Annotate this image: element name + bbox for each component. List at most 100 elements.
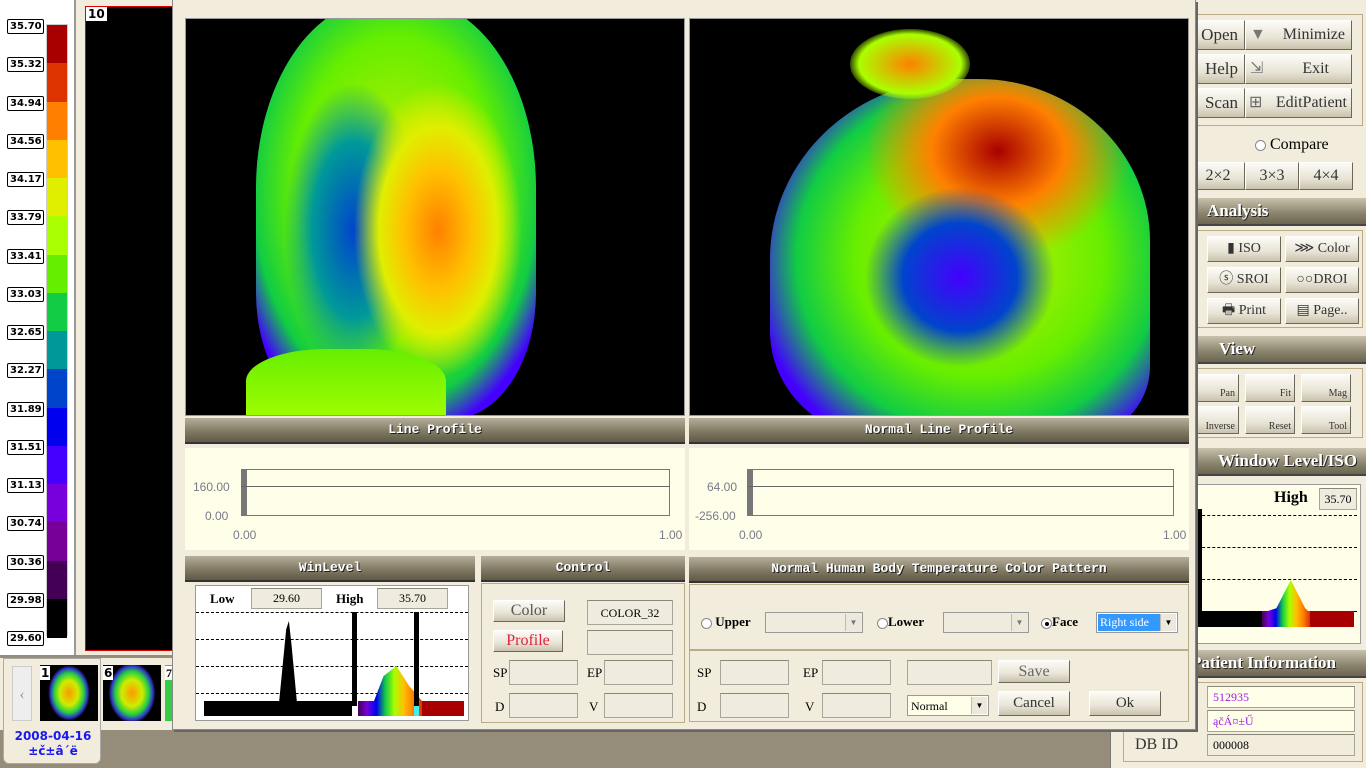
upper-radio[interactable]: Upper [701,614,751,630]
tool-button[interactable]: Tool [1301,406,1351,434]
inverse-button[interactable]: Inverse [1191,406,1239,434]
thermal-image-left[interactable] [185,18,685,416]
sp-label: SP [493,665,508,680]
print-button[interactable]: 🖶 Print [1207,298,1281,324]
window-histogram[interactable]: High 35.70 [1191,484,1361,644]
low-slider-handle[interactable] [352,612,357,716]
ep-label: EP [587,665,603,680]
pan-button[interactable]: Pan [1191,374,1239,402]
page-button[interactable]: ▤ Page.. [1285,298,1359,324]
high-label: High [1274,489,1308,506]
pattern-v-field[interactable] [822,693,891,718]
layout-3x3-button[interactable]: 3×3 [1245,162,1299,190]
thumbnail-7[interactable]: 7 [165,665,172,721]
cancel-button[interactable]: Cancel [998,691,1070,716]
image-canvas[interactable]: 10 [85,6,175,651]
save-button[interactable]: Save [998,660,1070,683]
color-label: Color [1317,241,1350,256]
pattern-sp-field[interactable] [720,660,789,685]
high-slider-handle[interactable] [414,612,419,716]
color-band [47,484,67,523]
x-tick: 0.00 [739,528,763,542]
high-value-field[interactable]: 35.70 [1319,488,1357,510]
scale-label: 32.65 [7,325,44,340]
sroi-button[interactable]: ⓢ SROI [1207,267,1281,293]
high-value-field[interactable]: 35.70 [377,588,448,609]
color-band [47,178,67,217]
control-header: Control [481,556,685,582]
patient-id-field[interactable]: 512935 [1207,686,1355,708]
lower-select[interactable]: ▼ [943,612,1029,633]
droi-button[interactable]: ○○DROI [1285,267,1359,293]
lower-radio[interactable]: Lower [877,614,924,630]
color-band [47,598,67,638]
thumbnail-6[interactable]: 6 [103,665,161,721]
thumbnail-date: 2008-04-16 [14,729,92,743]
x-tick: 1.00 [1163,528,1187,542]
arrow-down-icon: ▼ [1250,26,1266,43]
color-button[interactable]: ⋙ Color [1285,236,1359,262]
scale-label: 31.13 [7,478,44,493]
compare-label: Compare [1270,136,1329,153]
mag-button[interactable]: Mag [1301,374,1351,402]
pattern-extra-field[interactable] [907,660,992,685]
color-band [47,25,67,64]
color-band [47,63,67,102]
thumbnail-1[interactable]: 1 [40,665,98,721]
color-value-field[interactable]: COLOR_32 [587,600,673,625]
thumbnail-label: 7 [165,666,172,680]
thermal-image-right[interactable] [689,18,1189,416]
layout-4x4-button[interactable]: 4×4 [1299,162,1353,190]
compare-radio[interactable]: Compare [1255,136,1329,154]
normal-line-profile-header: Normal Line Profile [689,418,1189,444]
db-id-field[interactable]: 000008 [1207,734,1355,756]
mode-select[interactable]: Normal ▼ [907,695,989,716]
v-label: V [805,699,815,714]
ok-button[interactable]: Ok [1089,691,1161,716]
edit-patient-button[interactable]: ⊞ EditPatient [1245,88,1352,118]
profile-button[interactable]: Profile [493,630,563,652]
x-tick: 1.00 [659,528,683,542]
color-band [47,369,67,408]
iso-button[interactable]: ▮ ISO [1207,236,1281,262]
d-label: D [697,699,707,714]
profile-value-field[interactable] [587,630,673,655]
exit-button[interactable]: ⇲ Exit [1245,54,1352,84]
scale-label: 30.36 [7,554,44,570]
line-profile-header: Line Profile [185,418,685,444]
scale-label: 31.89 [7,401,44,417]
scale-label: 32.27 [7,363,44,379]
face-select[interactable]: Right side ▼ [1096,612,1178,633]
image-viewer[interactable]: 10 [76,0,176,655]
thumbnail-label: 6 [103,666,114,680]
low-value-field[interactable]: 29.60 [251,588,322,609]
face-select-value: Right side [1098,614,1161,631]
fit-button[interactable]: Fit [1245,374,1295,402]
v-field[interactable] [604,693,673,718]
pattern-d-field[interactable] [720,693,789,718]
minimize-label: Minimize [1282,26,1345,43]
minimize-button[interactable]: ▼ Minimize [1245,20,1352,50]
layout-2x2-button[interactable]: 2×2 [1191,162,1245,190]
analysis-header: Analysis [1191,198,1366,226]
ep-field[interactable] [604,660,673,685]
thumbnail-prev-button[interactable]: ‹ [12,666,32,721]
scale-label: 33.41 [7,248,44,264]
color-button[interactable]: Color [493,600,565,622]
window-level-header: Window Level/ISO [1191,448,1366,476]
color-band [47,292,67,332]
patient-name-field[interactable]: ąčÁ¤±Ű [1207,710,1355,732]
color-icon: ⋙ [1294,241,1315,256]
y-tick: 160.00 [193,480,230,494]
x-tick: 0.00 [233,528,257,542]
d-field[interactable] [509,693,578,718]
winlevel-histogram[interactable]: Low 29.60 High 35.70 [195,585,469,721]
color-band [47,522,67,561]
sp-field[interactable] [509,660,578,685]
face-radio[interactable]: Face [1041,614,1078,630]
reset-button[interactable]: Reset [1245,406,1295,434]
upper-select[interactable]: ▼ [765,612,863,633]
d-label: D [495,699,505,714]
pattern-ep-field[interactable] [822,660,891,685]
page-label: Page.. [1313,303,1348,318]
